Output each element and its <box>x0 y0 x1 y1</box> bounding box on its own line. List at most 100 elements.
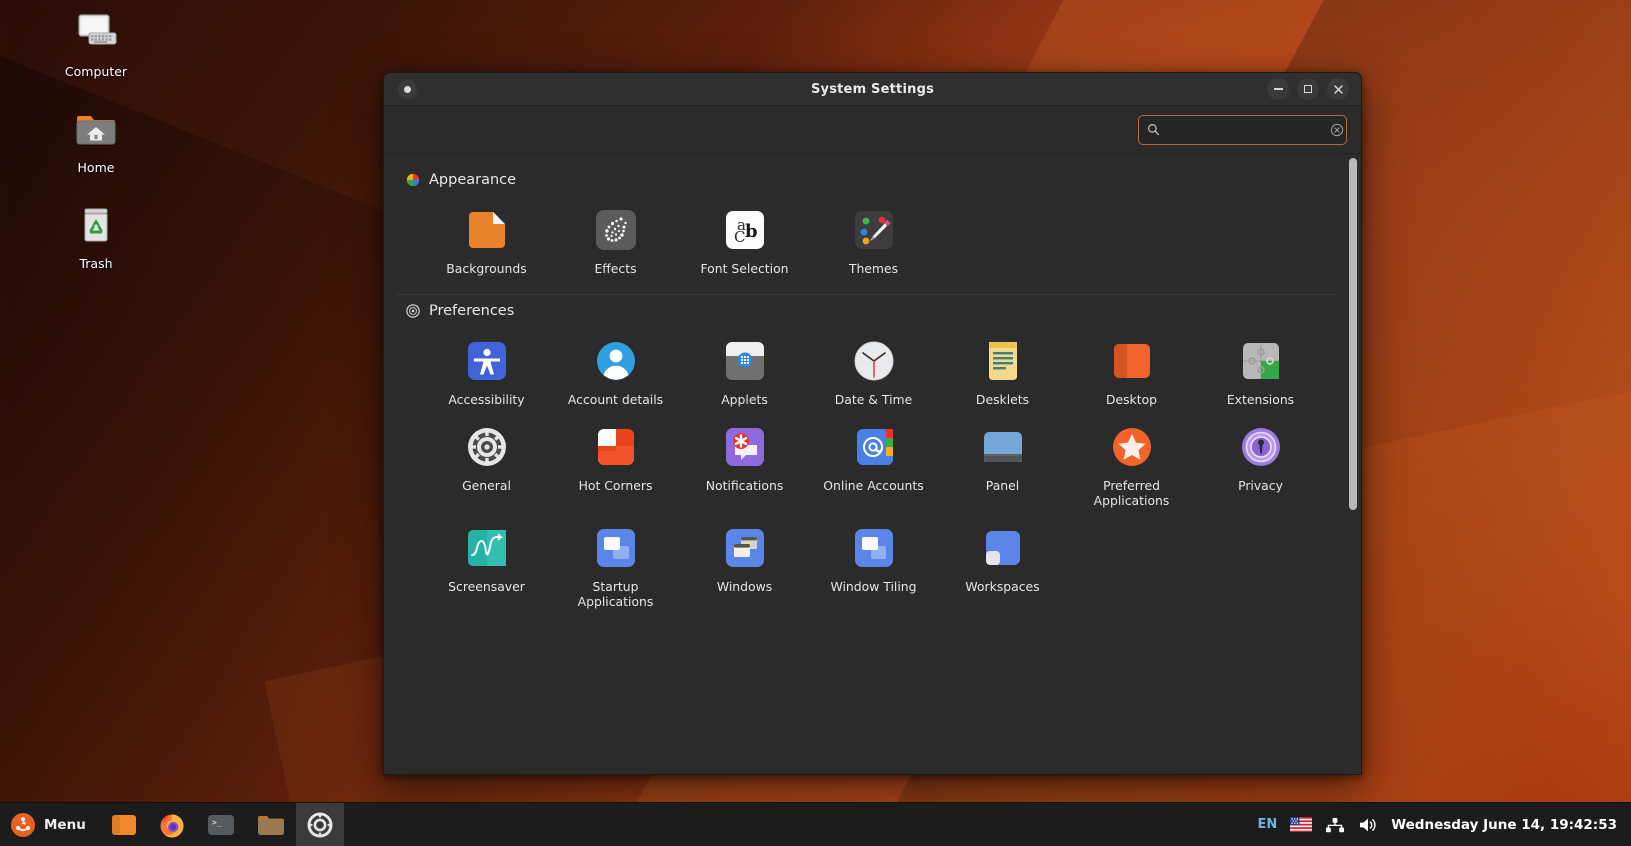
desktop-icon-trash[interactable]: Trash <box>46 200 146 271</box>
window-tiling-icon <box>813 525 934 571</box>
minimize-button[interactable] <box>1267 78 1289 100</box>
search-toolbar <box>384 106 1361 154</box>
themes-icon <box>813 207 934 253</box>
desktop-icon-computer[interactable]: Computer <box>46 8 146 79</box>
notifications-icon <box>684 424 805 470</box>
maximize-button[interactable] <box>1297 78 1319 100</box>
maximize-icon <box>1304 85 1312 93</box>
window-title: System Settings <box>810 81 935 97</box>
desktop-icon-list: Computer Home Trash <box>46 8 146 296</box>
language-indicator[interactable]: EN <box>1257 817 1277 832</box>
settings-item-extensions[interactable]: Extensions <box>1196 331 1325 417</box>
settings-item-windows[interactable]: Windows <box>680 518 809 619</box>
network-icon[interactable] <box>1325 816 1345 834</box>
settings-item-backgrounds[interactable]: Backgrounds <box>422 200 551 286</box>
settings-item-accessibility[interactable]: Accessibility <box>422 331 551 417</box>
file-manager-launcher-icon <box>257 815 284 835</box>
windows-icon <box>684 525 805 571</box>
window-controls <box>1267 78 1361 100</box>
menu-button[interactable]: Menu <box>0 803 100 846</box>
volume-icon[interactable] <box>1358 816 1378 834</box>
account-details-icon <box>555 338 676 384</box>
close-icon <box>1333 84 1343 94</box>
settings-item-label: Account details <box>567 392 664 407</box>
settings-item-desklets[interactable]: Desklets <box>938 331 1067 417</box>
settings-item-applets[interactable]: Applets <box>680 331 809 417</box>
launcher-firefox[interactable] <box>148 803 196 846</box>
desktop-icon-label: Computer <box>64 64 128 79</box>
extensions-icon <box>1200 338 1321 384</box>
settings-item-label: Window Tiling <box>830 579 917 594</box>
settings-item-label: Date & Time <box>834 392 913 407</box>
terminal-launcher-icon: >_ <box>207 814 234 835</box>
launcher-file-manager[interactable] <box>246 803 296 846</box>
settings-item-label: Extensions <box>1226 392 1295 407</box>
firefox-launcher-icon <box>160 814 184 838</box>
date-time-icon <box>813 338 934 384</box>
settings-item-hot-corners[interactable]: Hot Corners <box>551 417 680 518</box>
settings-item-label: Themes <box>848 261 899 276</box>
search-box[interactable] <box>1138 114 1347 145</box>
svg-text:>_: >_ <box>212 818 222 827</box>
settings-item-account-details[interactable]: Account details <box>551 331 680 417</box>
settings-item-date-time[interactable]: Date & Time <box>809 331 938 417</box>
applets-icon <box>684 338 805 384</box>
settings-item-online-accounts[interactable]: Online Accounts <box>809 417 938 518</box>
settings-item-label: Hot Corners <box>578 478 653 493</box>
settings-item-workspaces[interactable]: Workspaces <box>938 518 1067 619</box>
settings-item-notifications[interactable]: Notifications <box>680 417 809 518</box>
online-accounts-icon <box>813 424 934 470</box>
launcher-system-settings[interactable] <box>295 803 344 846</box>
startup-applications-icon <box>555 525 676 571</box>
settings-item-general[interactable]: General <box>422 417 551 518</box>
settings-item-label: Windows <box>716 579 773 594</box>
vertical-scrollbar[interactable] <box>1349 158 1357 510</box>
settings-item-label: Font Selection <box>700 261 789 276</box>
settings-item-desktop[interactable]: Desktop <box>1067 331 1196 417</box>
files-orange-launcher-icon <box>111 814 136 835</box>
settings-item-label: Screensaver <box>448 579 525 594</box>
taskbar: Menu >_ EN Wednesday June 14, 19:42:53 <box>0 802 1631 846</box>
workspaces-icon <box>942 525 1063 571</box>
settings-item-font-selection[interactable]: a b C Font Selection <box>680 200 809 286</box>
settings-item-label: Notifications <box>705 478 784 493</box>
settings-item-startup-applications[interactable]: Startup Applications <box>551 518 680 619</box>
desktop-icon-label: Trash <box>79 256 113 271</box>
panel-icon <box>942 424 1063 470</box>
launcher-files-orange[interactable] <box>100 803 148 846</box>
search-input[interactable] <box>1167 122 1323 137</box>
desktop-icon-label: Home <box>77 160 115 175</box>
desktop-icon-home[interactable]: Home <box>46 104 146 175</box>
trash-icon <box>46 200 146 252</box>
color-palette-icon <box>406 173 420 187</box>
system-settings-launcher-icon <box>307 812 333 837</box>
section-header-appearance: Appearance <box>396 166 1337 192</box>
settings-item-panel[interactable]: Panel <box>938 417 1067 518</box>
settings-item-label: Applets <box>721 392 768 407</box>
settings-content: Appearance Backgrounds Effects a b C Fon… <box>384 154 1361 774</box>
window-titlebar[interactable]: System Settings <box>384 73 1361 106</box>
settings-item-themes[interactable]: Themes <box>809 200 938 286</box>
desktop-icon <box>1071 338 1192 384</box>
us-flag-icon[interactable] <box>1290 817 1313 832</box>
settings-item-preferred-applications[interactable]: Preferred Applications <box>1067 417 1196 518</box>
settings-item-window-tiling[interactable]: Window Tiling <box>809 518 938 619</box>
preferences-grid: Accessibility Account details Applets Da… <box>396 323 1337 619</box>
menu-icon <box>11 812 35 837</box>
settings-item-screensaver[interactable]: Screensaver <box>422 518 551 619</box>
svg-text:C: C <box>734 228 745 246</box>
clock[interactable]: Wednesday June 14, 19:42:53 <box>1391 817 1617 833</box>
clear-icon[interactable] <box>1330 123 1344 137</box>
settings-item-effects[interactable]: Effects <box>551 200 680 286</box>
settings-item-label: Preferred Applications <box>1093 478 1170 508</box>
appearance-grid: Backgrounds Effects a b C Font Selection… <box>396 192 1337 286</box>
settings-item-label: Privacy <box>1238 478 1283 493</box>
settings-scroll-area: Appearance Backgrounds Effects a b C Fon… <box>384 154 1361 774</box>
launcher-terminal[interactable]: >_ <box>196 803 246 846</box>
backgrounds-icon <box>426 207 547 253</box>
settings-item-privacy[interactable]: Privacy <box>1196 417 1325 518</box>
close-button[interactable] <box>1327 78 1349 100</box>
settings-item-label: Online Accounts <box>823 478 924 493</box>
window-menu-icon[interactable] <box>398 79 417 99</box>
computer-icon <box>46 8 146 60</box>
